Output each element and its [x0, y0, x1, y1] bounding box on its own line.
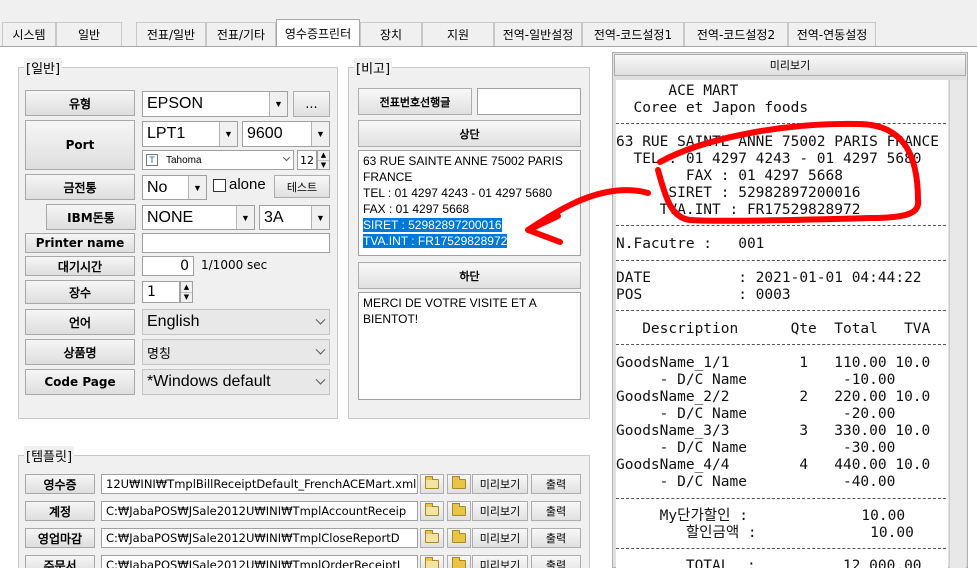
annotation-highlight-box [655, 120, 922, 224]
annotation-overlay [525, 120, 922, 245]
annotation-arrow-icon [525, 187, 651, 245]
settings-window: 시스템 일반 전표/일반 전표/기타 영수증프린터 장치 지원 전역-일반설정 … [0, 0, 977, 568]
